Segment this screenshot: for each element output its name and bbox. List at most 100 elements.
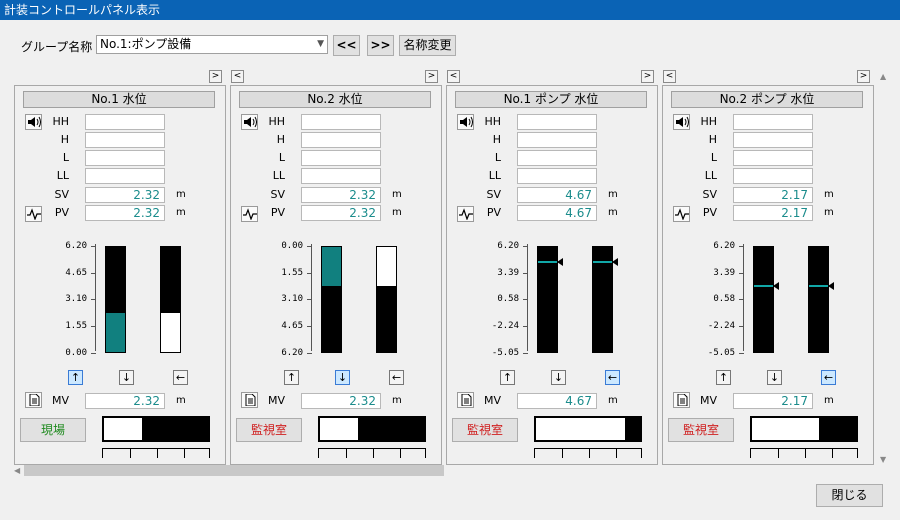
scale-label: 0.58	[497, 294, 519, 304]
output-scale-tick	[778, 449, 779, 458]
sv-field[interactable]: 2.32	[301, 187, 381, 203]
sv-field[interactable]: 4.67	[517, 187, 597, 203]
output-scale	[102, 448, 210, 458]
scroll-left-icon[interactable]: ◀	[14, 466, 20, 475]
level-fill	[106, 313, 125, 352]
trend-icon[interactable]	[457, 206, 474, 222]
panel3-move-right-button[interactable]: >	[641, 70, 654, 83]
mode-button[interactable]: 現場	[20, 418, 86, 442]
mv-level-bar	[376, 246, 397, 353]
mv-field[interactable]: 2.32	[85, 393, 165, 409]
h-field[interactable]	[85, 132, 165, 148]
trend-icon[interactable]	[25, 206, 42, 222]
rename-button[interactable]: 名称変更	[399, 35, 456, 56]
l-field[interactable]	[517, 150, 597, 166]
panel-title: No.2 ポンプ 水位	[671, 91, 863, 108]
prev-group-button[interactable]: <<	[333, 35, 360, 56]
left-arrow-button[interactable]: ←	[821, 370, 836, 385]
output-scale-tick	[346, 449, 347, 458]
next-group-button[interactable]: >>	[367, 35, 394, 56]
setpoint-arrow-icon	[557, 258, 563, 266]
speaker-icon[interactable]	[457, 114, 474, 130]
ll-field[interactable]	[85, 168, 165, 184]
scale-label: 0.00	[65, 348, 87, 358]
panel1-move-right-button[interactable]: >	[209, 70, 222, 83]
level-marker	[809, 285, 828, 287]
speaker-icon[interactable]	[241, 114, 258, 130]
ll-field[interactable]	[517, 168, 597, 184]
hh-field[interactable]	[301, 114, 381, 130]
sv-field[interactable]: 2.17	[733, 187, 813, 203]
mode-button[interactable]: 監視室	[236, 418, 302, 442]
up-arrow-button[interactable]: ↑	[284, 370, 299, 385]
mv-unit: m	[392, 395, 402, 406]
panel2-move-left-button[interactable]: <	[231, 70, 244, 83]
ll-field[interactable]	[301, 168, 381, 184]
document-icon[interactable]	[241, 392, 258, 408]
up-arrow-button[interactable]: ↑	[500, 370, 515, 385]
l-field[interactable]	[85, 150, 165, 166]
sv-label: SV	[270, 188, 285, 201]
document-icon[interactable]	[457, 392, 474, 408]
panel4-move-left-button[interactable]: <	[663, 70, 676, 83]
down-arrow-button[interactable]: ↓	[119, 370, 134, 385]
scroll-down-icon[interactable]: ▼	[880, 455, 886, 464]
panel4-move-right-button[interactable]: >	[857, 70, 870, 83]
down-arrow-button[interactable]: ↓	[335, 370, 350, 385]
group-name-label: グループ名称	[21, 40, 93, 54]
mode-button[interactable]: 監視室	[668, 418, 734, 442]
document-icon[interactable]	[673, 392, 690, 408]
scroll-up-icon[interactable]: ▲	[880, 72, 886, 81]
trend-icon[interactable]	[673, 206, 690, 222]
left-arrow-button[interactable]: ←	[605, 370, 620, 385]
down-arrow-button[interactable]: ↓	[551, 370, 566, 385]
scale-label: 3.10	[281, 294, 303, 304]
h-label: H	[708, 133, 717, 146]
hh-field[interactable]	[733, 114, 813, 130]
ll-label: LL	[704, 169, 717, 182]
document-icon[interactable]	[25, 392, 42, 408]
l-field[interactable]	[733, 150, 813, 166]
scale-label: 6.20	[713, 241, 735, 251]
mv-label: MV	[51, 394, 69, 407]
mv-field[interactable]: 2.17	[733, 393, 813, 409]
close-button[interactable]: 閉じる	[816, 484, 883, 507]
up-arrow-button[interactable]: ↑	[68, 370, 83, 385]
ll-field[interactable]	[733, 168, 813, 184]
speaker-icon[interactable]	[25, 114, 42, 130]
mv-field[interactable]: 4.67	[517, 393, 597, 409]
group-select-value: No.1:ポンプ設備	[100, 37, 192, 51]
h-field[interactable]	[517, 132, 597, 148]
panel3-move-left-button[interactable]: <	[447, 70, 460, 83]
sv-field[interactable]: 2.32	[85, 187, 165, 203]
horizontal-scrollbar-thumb[interactable]	[24, 465, 444, 476]
up-arrow-button[interactable]: ↑	[716, 370, 731, 385]
l-label: L	[62, 151, 69, 164]
h-label: H	[60, 133, 69, 146]
scale-label: -5.05	[707, 348, 735, 358]
sv-unit: m	[824, 189, 834, 200]
mv-field[interactable]: 2.32	[301, 393, 381, 409]
mode-button[interactable]: 監視室	[452, 418, 518, 442]
speaker-icon[interactable]	[673, 114, 690, 130]
hh-field[interactable]	[85, 114, 165, 130]
hh-field[interactable]	[517, 114, 597, 130]
scale-label: 4.65	[281, 321, 303, 331]
h-field[interactable]	[733, 132, 813, 148]
pv-label: PV	[54, 206, 69, 219]
h-field[interactable]	[301, 132, 381, 148]
mv-level-bar	[592, 246, 618, 353]
trend-icon[interactable]	[241, 206, 258, 222]
scale-label: -2.24	[491, 321, 519, 331]
group-select[interactable]: No.1:ポンプ設備 ▼	[96, 35, 328, 54]
sv-unit: m	[392, 189, 402, 200]
down-arrow-button[interactable]: ↓	[767, 370, 782, 385]
output-gauge	[534, 416, 642, 442]
instrument-panel-1: No.1 水位 HH H L LL SV 2.32 PV 2.32 m m 6.20 4.65 3.10…	[14, 85, 226, 465]
panel2-move-right-button[interactable]: >	[425, 70, 438, 83]
output-scale-tick	[805, 449, 806, 458]
left-arrow-button[interactable]: ←	[173, 370, 188, 385]
setpoint-arrow-icon	[773, 282, 779, 290]
l-field[interactable]	[301, 150, 381, 166]
left-arrow-button[interactable]: ←	[389, 370, 404, 385]
